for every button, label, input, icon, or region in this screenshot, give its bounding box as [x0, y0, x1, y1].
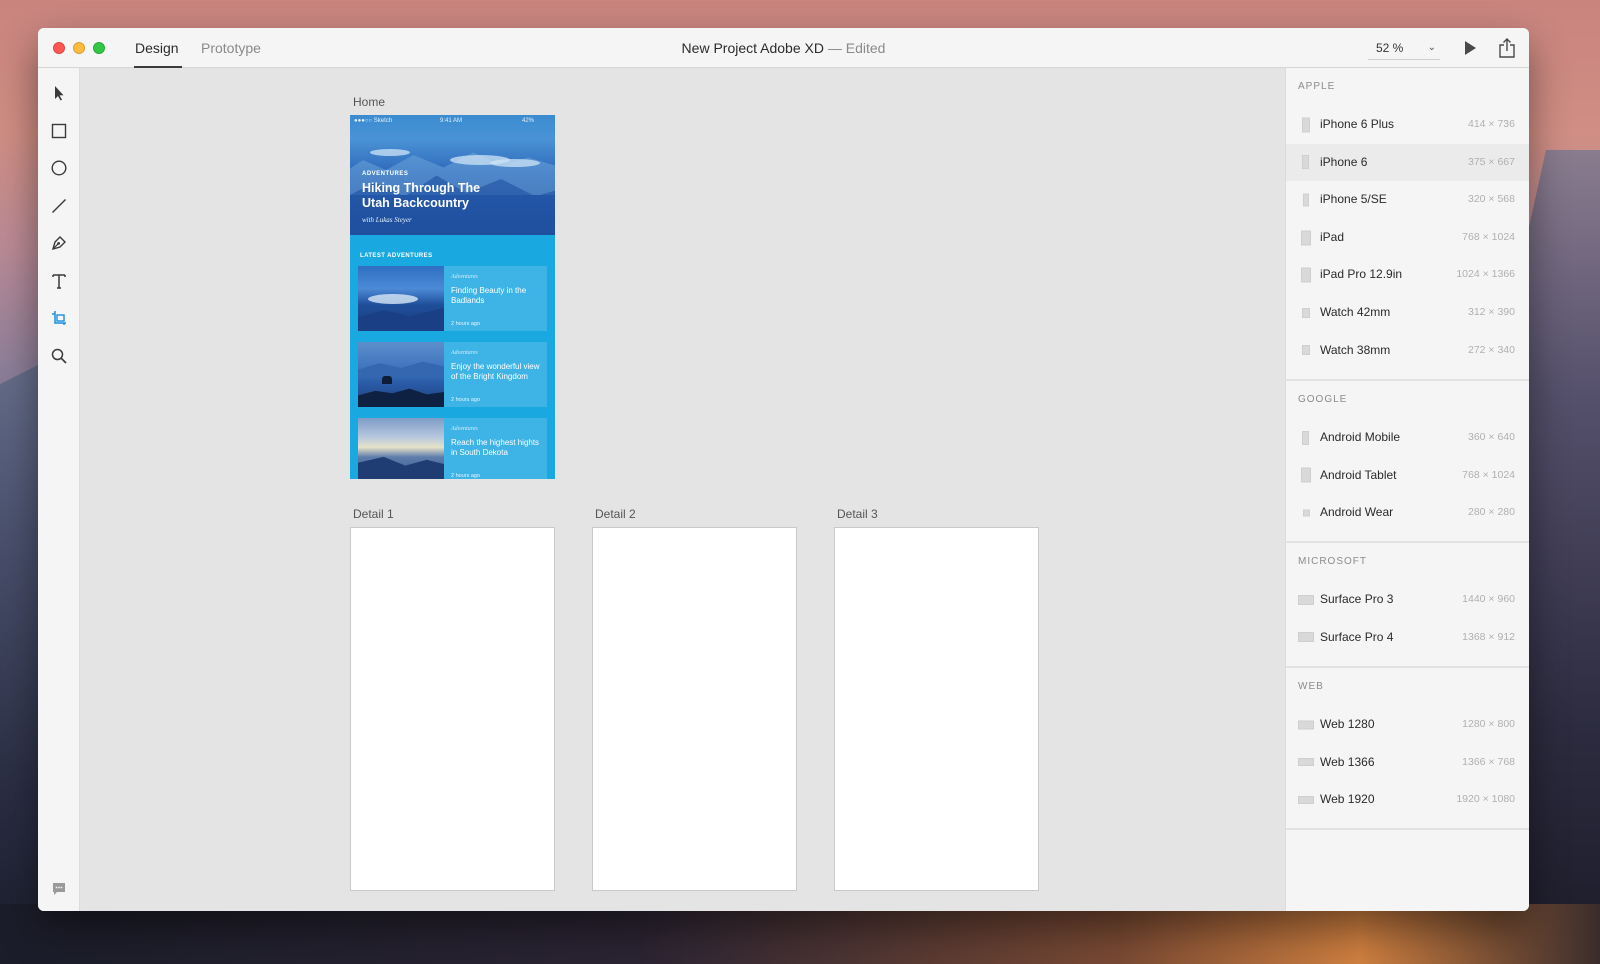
device-icon — [1301, 267, 1311, 283]
share-icon[interactable] — [1498, 38, 1516, 58]
preset-web-1920[interactable]: Web 1920 1920 × 1080 — [1286, 781, 1529, 819]
play-icon[interactable] — [1462, 40, 1478, 56]
card-title: Finding Beauty in the Badlands — [451, 286, 527, 305]
section-heading: GOOGLE — [1298, 394, 1348, 405]
close-window-button[interactable] — [53, 42, 65, 54]
zoom-select[interactable]: 52 % ⌄ — [1368, 36, 1440, 60]
device-icon — [1298, 594, 1314, 605]
device-icon — [1303, 193, 1309, 207]
phone-status-bar: ●●●○○ Sketch 9:41 AM 42% — [350, 118, 555, 128]
preset-surface-pro-3[interactable]: Surface Pro 3 1440 × 960 — [1286, 581, 1529, 619]
card-category: Adventures — [451, 274, 478, 280]
device-icon — [1302, 155, 1309, 170]
line-tool-icon[interactable] — [50, 197, 68, 215]
device-icon — [1298, 758, 1314, 767]
card-title: Enjoy the wonderful view of the Bright K… — [451, 362, 540, 381]
select-tool-icon[interactable] — [50, 84, 68, 102]
card-time: 2 hours ago — [451, 321, 481, 327]
preset-watch-42mm[interactable]: Watch 42mm 312 × 390 — [1286, 294, 1529, 332]
text-tool-icon[interactable] — [50, 272, 68, 290]
hero-image: ●●●○○ Sketch 9:41 AM 42% ADVENTURES Hiki… — [350, 115, 555, 235]
preset-section-microsoft: MICROSOFT Surface Pro 3 1440 × 960 Surfa… — [1286, 543, 1529, 668]
hero-kicker: ADVENTURES — [362, 171, 409, 177]
design-canvas[interactable]: Home ●●●○○ Sketch 9:41 AM 42% ADVENTURES… — [80, 68, 1285, 911]
preset-iphone-6-plus[interactable]: iPhone 6 Plus 414 × 736 — [1286, 106, 1529, 144]
card-image — [358, 266, 444, 331]
section-heading: APPLE — [1298, 81, 1336, 92]
maximize-window-button[interactable] — [93, 42, 105, 54]
zoom-value: 52 % — [1376, 41, 1404, 55]
device-icon — [1302, 307, 1310, 318]
section-heading: MICROSOFT — [1298, 556, 1367, 567]
device-icon — [1302, 430, 1309, 445]
artboard-label-detail-3[interactable]: Detail 3 — [837, 507, 878, 521]
tab-design[interactable]: Design — [134, 28, 182, 68]
artboard-label-detail-1[interactable]: Detail 1 — [353, 507, 394, 521]
adventure-card: Adventures Enjoy the wonderful view of t… — [358, 342, 547, 407]
preset-iphone-5-se[interactable]: iPhone 5/SE 320 × 568 — [1286, 181, 1529, 219]
preset-surface-pro-4[interactable]: Surface Pro 4 1368 × 912 — [1286, 619, 1529, 657]
preset-web-1280[interactable]: Web 1280 1280 × 800 — [1286, 706, 1529, 744]
title-bar: Design Prototype New Project Adobe XD — … — [38, 28, 1529, 68]
battery-label: 42% — [522, 118, 535, 124]
tab-prototype[interactable]: Prototype — [201, 28, 261, 68]
document-name: New Project Adobe XD — [681, 40, 824, 56]
section-heading: WEB — [1298, 681, 1324, 692]
preset-watch-38mm[interactable]: Watch 38mm 272 × 340 — [1286, 332, 1529, 370]
feedback-icon[interactable] — [50, 880, 68, 898]
artboard-presets-panel: APPLE iPhone 6 Plus 414 × 736 iPhone 6 3… — [1285, 68, 1529, 911]
card-time: 2 hours ago — [451, 473, 481, 479]
adventure-card: Adventures Reach the highest hights in S… — [358, 418, 547, 479]
preset-web-1366[interactable]: Web 1366 1366 × 768 — [1286, 744, 1529, 782]
preset-ipad[interactable]: iPad 768 × 1024 — [1286, 219, 1529, 257]
preset-android-mobile[interactable]: Android Mobile 360 × 640 — [1286, 419, 1529, 457]
tools-toolbar — [38, 68, 80, 911]
card-image — [358, 418, 444, 479]
rectangle-tool-icon[interactable] — [50, 122, 68, 140]
card-time: 2 hours ago — [451, 397, 481, 403]
preset-android-tablet[interactable]: Android Tablet 768 × 1024 — [1286, 457, 1529, 495]
device-icon — [1298, 720, 1314, 730]
artboard-detail-1[interactable] — [350, 527, 555, 891]
chevron-down-icon: ⌄ — [1427, 42, 1436, 53]
zoom-tool-icon[interactable] — [50, 347, 68, 365]
window-title: New Project Adobe XD — Edited — [38, 28, 1529, 68]
hero-title: Hiking Through The Utah Backcountry — [362, 181, 481, 210]
preset-section-google: GOOGLE Android Mobile 360 × 640 Android … — [1286, 381, 1529, 543]
device-icon — [1301, 467, 1311, 483]
artboard-home[interactable]: ●●●○○ Sketch 9:41 AM 42% ADVENTURES Hiki… — [350, 115, 555, 479]
device-icon — [1298, 795, 1314, 804]
device-icon — [1302, 117, 1310, 133]
card-title: Reach the highest hights in South Dekota — [451, 438, 540, 457]
card-image — [358, 342, 444, 407]
ellipse-tool-icon[interactable] — [50, 159, 68, 177]
device-icon — [1303, 509, 1310, 517]
latest-heading: LATEST ADVENTURES — [360, 253, 433, 259]
pen-tool-icon[interactable] — [50, 234, 68, 252]
edited-status: — Edited — [827, 40, 886, 56]
device-icon — [1302, 345, 1310, 356]
artboard-detail-2[interactable] — [592, 527, 797, 891]
artboard-label-home[interactable]: Home — [353, 95, 385, 109]
card-category: Adventures — [451, 426, 478, 432]
device-icon — [1298, 632, 1314, 643]
device-icon — [1301, 230, 1311, 246]
wallpaper-mountain-bottom — [0, 904, 1600, 964]
app-window: Design Prototype New Project Adobe XD — … — [38, 28, 1529, 911]
artboard-detail-3[interactable] — [834, 527, 1039, 891]
preset-iphone-6[interactable]: iPhone 6 375 × 667 — [1286, 143, 1529, 182]
clock-label: 9:41 AM — [440, 118, 463, 124]
artboard-tool-icon[interactable] — [50, 309, 68, 327]
artboard-label-detail-2[interactable]: Detail 2 — [595, 507, 636, 521]
preset-section-web: WEB Web 1280 1280 × 800 Web 1366 1366 × … — [1286, 668, 1529, 830]
card-category: Adventures — [451, 350, 478, 356]
preset-section-apple: APPLE iPhone 6 Plus 414 × 736 iPhone 6 3… — [1286, 68, 1529, 381]
preset-ipad-pro[interactable]: iPad Pro 12.9in 1024 × 1366 — [1286, 256, 1529, 294]
carrier-label: ●●●○○ Sketch — [354, 118, 393, 124]
preset-android-wear[interactable]: Android Wear 280 × 280 — [1286, 494, 1529, 532]
adventure-card: Adventures Finding Beauty in the Badland… — [358, 266, 547, 331]
hero-byline: with Lukas Steyer — [362, 216, 412, 224]
minimize-window-button[interactable] — [73, 42, 85, 54]
